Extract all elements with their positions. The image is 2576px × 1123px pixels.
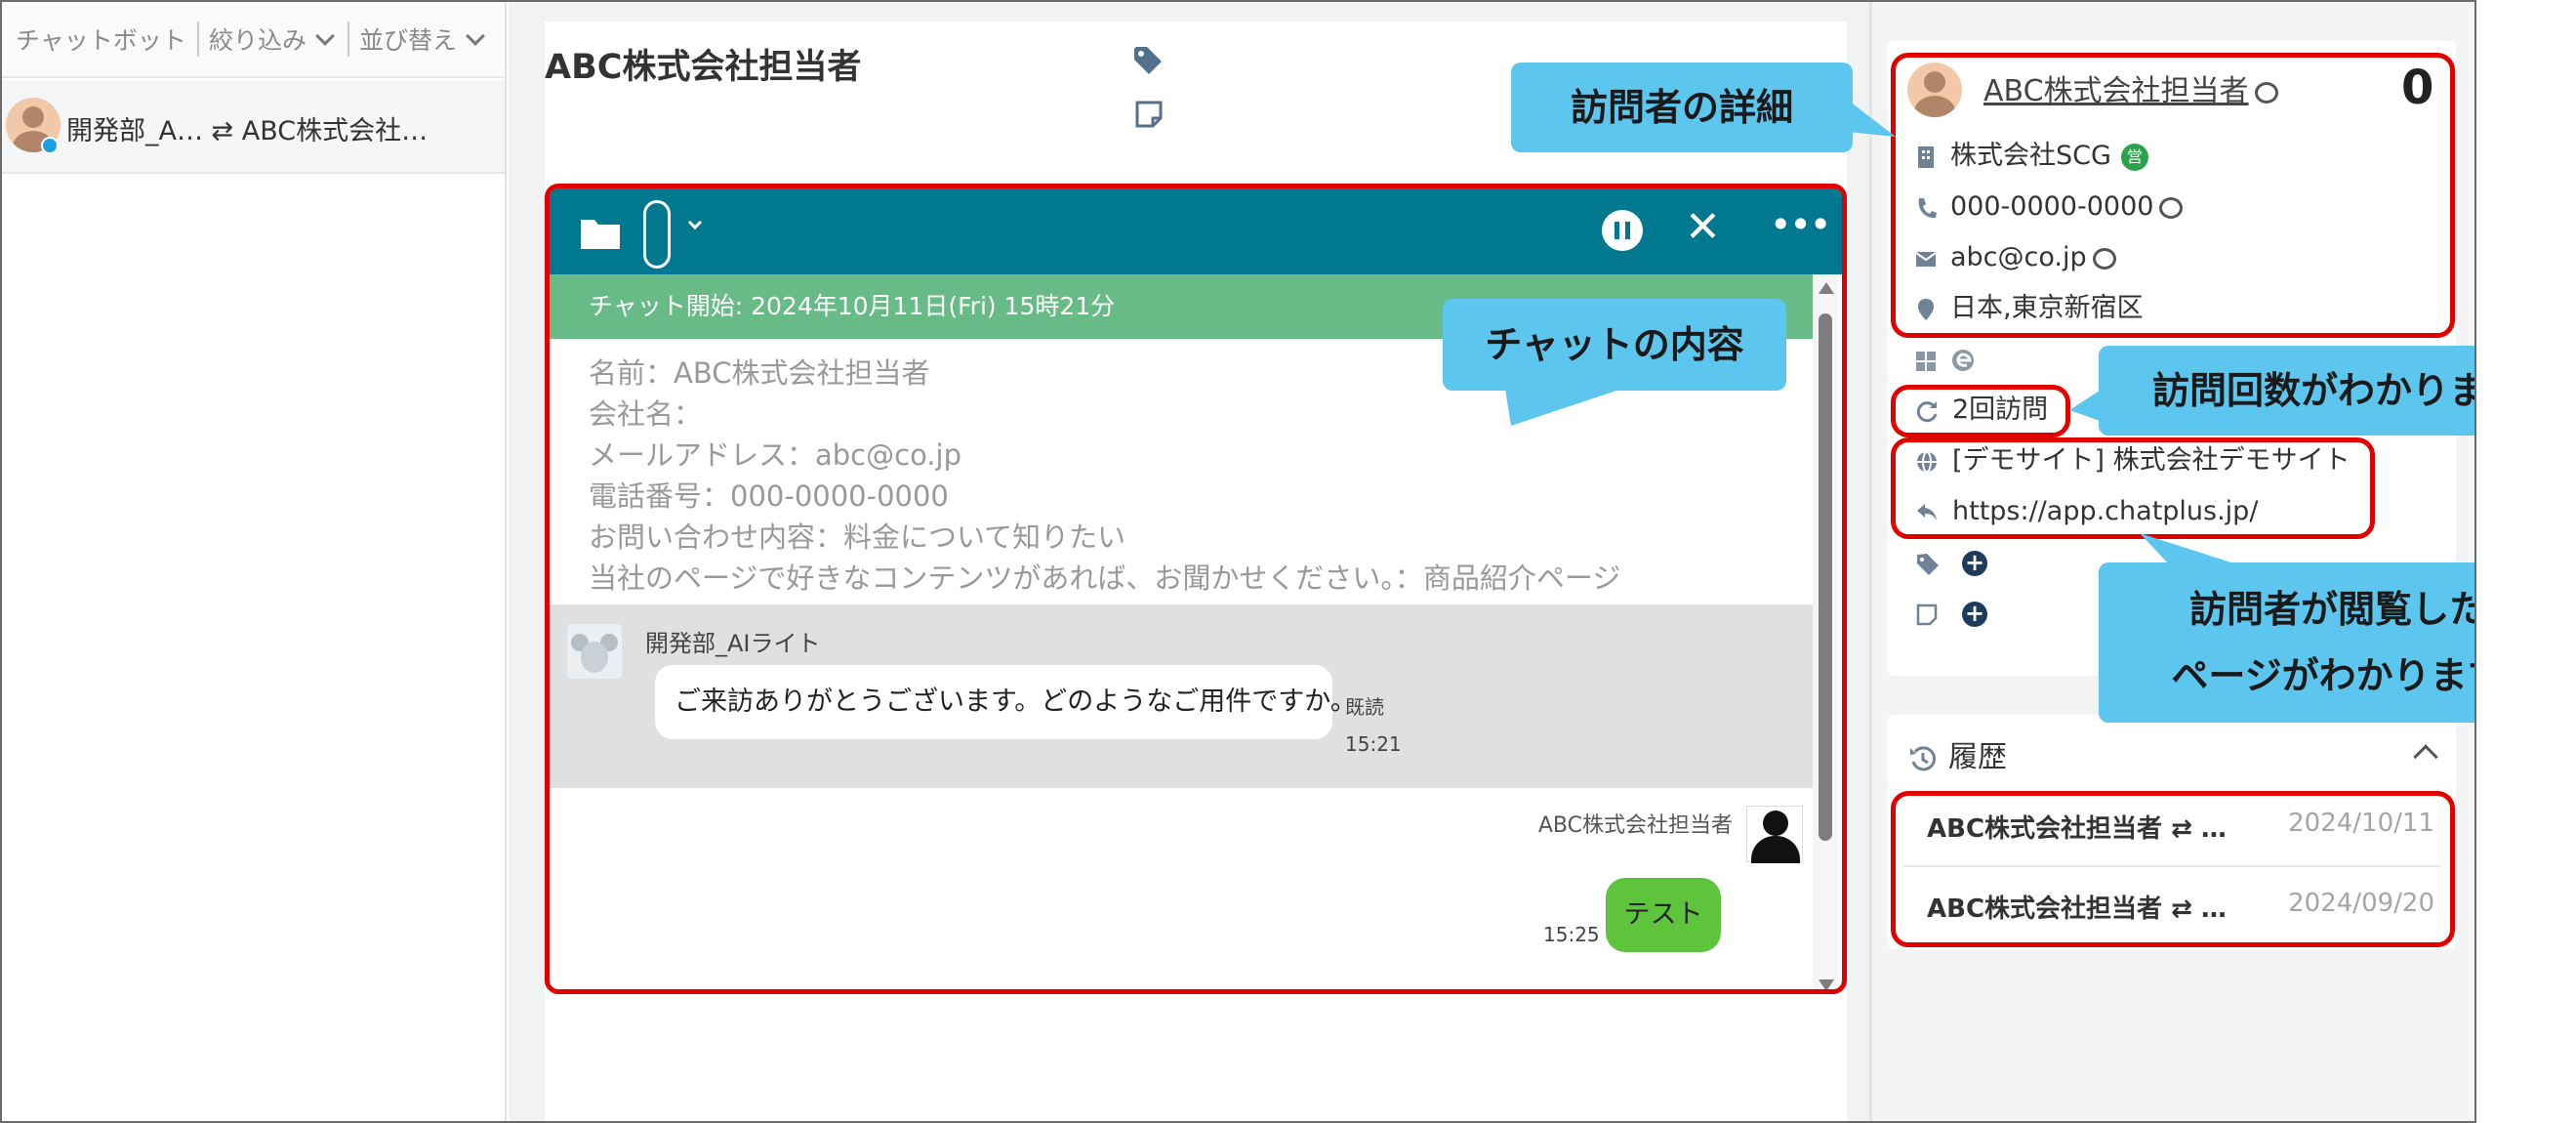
scroll-down-arrow[interactable] [1819, 979, 1834, 989]
sort-label: 並び替え [359, 26, 458, 55]
scroll-up-arrow[interactable] [1819, 282, 1834, 294]
app-window: チャットボット 絞り込み 並び替え 開発部_A… ⇄ ABC株式会社… ABC株… [0, 0, 2476, 1123]
filter-bar: チャットボット 絞り込み 並び替え [2, 2, 505, 78]
bot-avatar [567, 624, 622, 679]
filter-label: 絞り込み [209, 26, 307, 55]
chevron-down-icon[interactable] [687, 215, 703, 230]
visitor-environment [1915, 342, 1989, 377]
close-icon[interactable]: ✕ [1685, 206, 1721, 249]
callout-pointer [1505, 389, 1622, 426]
scroll-thumb[interactable] [1819, 313, 1832, 841]
chevron-down-icon [466, 26, 485, 46]
bot-message-row: 開発部_AIライト ご来訪ありがとうございます。どのようなご用件ですか。 既読 … [550, 604, 1821, 788]
edge-browser-icon [1952, 349, 1974, 371]
form-line: 当社のページで好きなコンテンツがあれば、お聞かせください。：商品紹介ページ [589, 562, 1621, 595]
callout-viewed-pages: 訪問者が閲覧した ページがわかります [2099, 562, 2474, 723]
bot-name: 開発部_AIライト [645, 630, 821, 657]
callout-visit-count: 訪問回数がわかります [2099, 346, 2474, 436]
note-row: + [1915, 596, 1987, 631]
user-avatar [1746, 806, 1803, 863]
visitor-details-highlight [1891, 53, 2455, 338]
note-icon[interactable] [1134, 100, 1164, 129]
message-time: 15:21 [1345, 732, 1402, 756]
history-highlight [1891, 791, 2455, 947]
windows-icon [1916, 351, 1936, 371]
online-status-dot [41, 137, 59, 154]
viewed-pages-highlight [1891, 437, 2375, 539]
callout-visitor-details: 訪問者の詳細 [1511, 62, 1853, 152]
callout-pointer [2069, 389, 2103, 422]
form-line: メールアドレス：abc@co.jp [589, 438, 961, 472]
form-line: 会社名： [589, 397, 703, 431]
tag-icon [1917, 553, 1939, 575]
callout-pointer [2140, 533, 2237, 564]
conversation-item[interactable]: 開発部_A… ⇄ ABC株式会社… [2, 80, 505, 174]
chat-toolbar: ✕ ••• [550, 188, 1842, 274]
tag-row: + [1915, 545, 1987, 580]
conversation-title: 開発部_A… ⇄ ABC株式会社… [66, 116, 429, 146]
note-icon [1916, 603, 1938, 625]
chatbot-filter[interactable]: チャットボット [16, 21, 186, 57]
chat-select-toggle[interactable] [643, 200, 671, 269]
user-message-bubble: テスト [1606, 878, 1721, 952]
chevron-down-icon [315, 26, 335, 46]
conversation-list-panel: チャットボット 絞り込み 並び替え 開発部_A… ⇄ ABC株式会社… [2, 2, 507, 1121]
bot-message-bubble: ご来訪ありがとうございます。どのようなご用件ですか。 [655, 665, 1357, 739]
callout-chat-content: チャットの内容 [1443, 299, 1786, 391]
pause-button[interactable] [1602, 210, 1643, 251]
filter-dropdown[interactable]: 絞り込み [209, 21, 335, 57]
form-line: 電話番号：000-0000-0000 [589, 479, 949, 513]
tag-icon[interactable] [1132, 45, 1164, 76]
visit-count-highlight [1891, 385, 2070, 437]
sort-dropdown[interactable]: 並び替え [359, 21, 485, 57]
history-icon [1910, 745, 1937, 770]
form-line: お問い合わせ内容：料金について知りたい [589, 520, 1126, 554]
user-name: ABC株式会社担当者 [1537, 813, 1733, 838]
message-time: 15:25 [1543, 923, 1600, 946]
add-note-button[interactable]: + [1962, 601, 1987, 627]
add-tag-button[interactable]: + [1962, 550, 1987, 576]
divider [197, 21, 199, 57]
read-status: 既読 [1345, 695, 1384, 719]
more-options-icon[interactable]: ••• [1770, 206, 1831, 243]
chat-scrollbar[interactable] [1813, 274, 1838, 989]
history-title: 履歴 [1948, 740, 2007, 774]
divider [348, 21, 349, 57]
folder-icon[interactable] [579, 216, 622, 251]
callout-pointer [1837, 92, 1896, 137]
page-title: ABC株式会社担当者 [545, 48, 862, 87]
history-header[interactable]: 履歴 [1907, 732, 2007, 775]
bot-message-meta: 既読 15:21 [1345, 688, 1402, 763]
